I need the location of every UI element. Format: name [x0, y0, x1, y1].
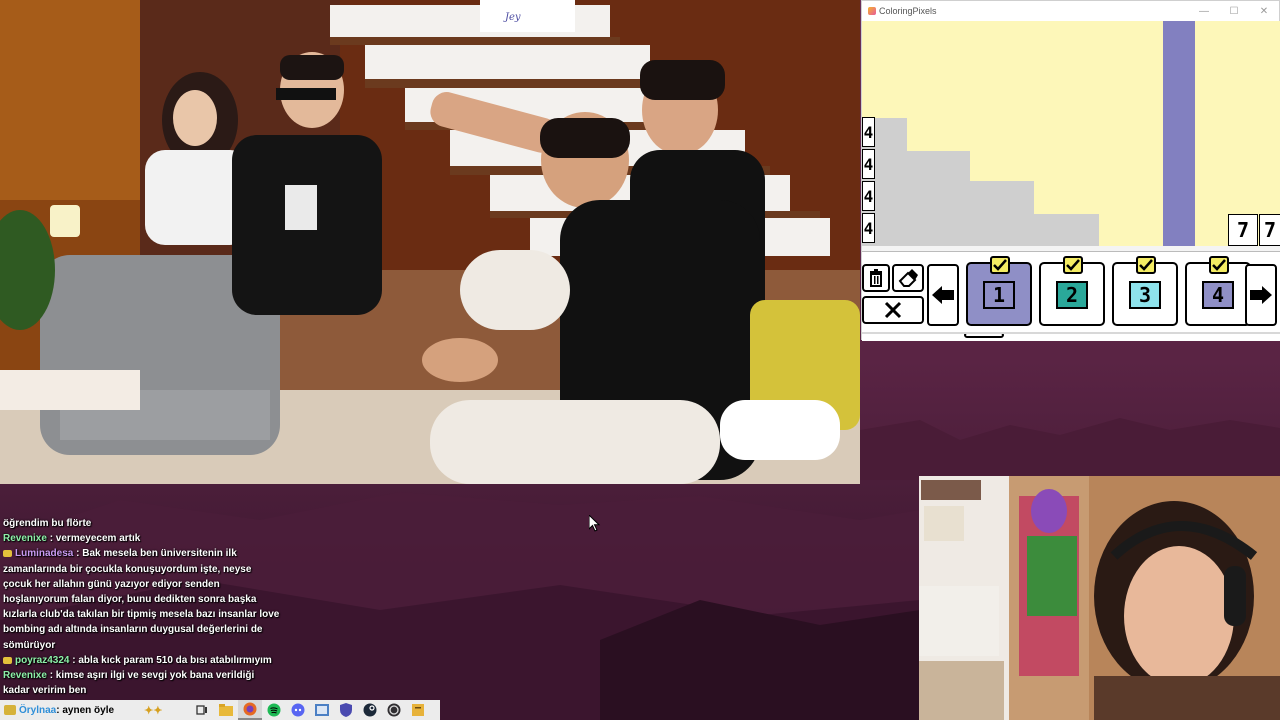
sparkle-icon: ✦✦	[144, 704, 163, 717]
checkmark-icon	[990, 256, 1010, 274]
pixel-canvas[interactable]: 4 4 4 4 7 7	[862, 21, 1280, 251]
arrow-left-icon	[932, 286, 954, 304]
sticky-app-icon[interactable]	[406, 700, 430, 720]
pixel-number[interactable]: 4	[862, 149, 875, 179]
discord-icon[interactable]	[286, 700, 310, 720]
webcam-feed	[919, 476, 1280, 720]
firefox-icon[interactable]	[238, 700, 262, 720]
canvas-artwork	[862, 21, 1280, 251]
eraser-button[interactable]	[892, 264, 924, 292]
video-player[interactable]: Jey	[0, 0, 860, 484]
chat-username[interactable]: poyraz4324	[15, 655, 69, 666]
chat-text: öğrendim bu flörte	[3, 518, 92, 529]
sub-badge-icon	[3, 656, 12, 664]
swatch-number: 2	[1056, 281, 1088, 309]
palette-toolbar: 1 2 3 4	[862, 251, 1280, 341]
checkmark-icon	[1136, 256, 1156, 274]
swatch-number: 3	[1129, 281, 1161, 309]
stream-chat: öğrendim bu flörte Revenixe : vermeyecem …	[0, 516, 280, 698]
pixel-number[interactable]: 7	[1228, 214, 1258, 246]
chat-message: : aynen öyle	[56, 704, 115, 716]
taskbar: Örylnaa : aynen öyle ✦✦	[0, 700, 440, 720]
cancel-button[interactable]	[862, 296, 924, 324]
trash-button[interactable]	[862, 264, 890, 292]
chat-username[interactable]: Luminadesa	[15, 548, 73, 559]
pixel-number[interactable]: 7	[1259, 214, 1280, 246]
taskbar-chat-ticker: Örylnaa : aynen öyle ✦✦	[0, 700, 190, 720]
minimize-button[interactable]: —	[1189, 6, 1219, 17]
chat-message-row: öğrendim bu flörte	[0, 516, 280, 531]
app-icon	[868, 7, 876, 15]
window-title: ColoringPixels	[879, 6, 937, 16]
chat-text: : Bak mesela ben üniversitenin ilk zaman…	[3, 548, 280, 651]
previous-palette-button[interactable]	[927, 264, 959, 326]
sub-badge-icon	[3, 550, 12, 558]
divider	[862, 332, 1280, 334]
pixel-number[interactable]: 4	[862, 213, 875, 243]
chat-message-row: Luminadesa : Bak mesela ben üniversiteni…	[0, 546, 280, 652]
trash-icon	[870, 269, 882, 287]
chat-message-row: Revenixe : vermeyecem artık	[0, 531, 280, 546]
next-palette-button[interactable]	[1245, 264, 1277, 326]
close-icon	[884, 301, 902, 319]
task-view-icon[interactable]	[190, 700, 214, 720]
chat-text: : vermeyecem artık	[49, 533, 141, 545]
color-swatch-2[interactable]: 2	[1039, 256, 1105, 326]
coloring-pixels-window[interactable]: ColoringPixels — ☐ ✕ 4 4 4 4 7 7 1 2 3 4	[861, 0, 1280, 341]
webcam-image	[919, 476, 1280, 720]
spotify-icon[interactable]	[262, 700, 286, 720]
chat-username: Örylnaa	[19, 704, 57, 716]
close-window-button[interactable]: ✕	[1249, 6, 1279, 17]
mouse-cursor-icon	[589, 515, 601, 532]
chat-message-row: Revenixe : kimse aşırı ilgi ve sevgi yok…	[0, 668, 280, 698]
file-explorer-icon[interactable]	[214, 700, 238, 720]
pixel-number[interactable]: 4	[862, 117, 875, 147]
color-swatch-3[interactable]: 3	[1112, 256, 1178, 326]
folder-icon[interactable]	[310, 700, 334, 720]
badge-icon	[4, 705, 16, 715]
checkmark-icon	[1209, 256, 1229, 274]
swatch-number: 1	[983, 281, 1015, 309]
chat-text: : abla kıck param 510 da bısı atabılırmı…	[72, 654, 272, 666]
svg-text:Jey: Jey	[503, 12, 521, 23]
shield-icon[interactable]	[334, 700, 358, 720]
steam-icon[interactable]	[358, 700, 382, 720]
color-swatch-1[interactable]: 1	[966, 256, 1032, 326]
chat-username[interactable]: Revenixe	[3, 533, 47, 544]
chat-message-row: poyraz4324 : abla kıck param 510 da bısı…	[0, 653, 280, 668]
obs-icon[interactable]	[382, 700, 406, 720]
eraser-icon	[898, 269, 918, 287]
color-swatch-4[interactable]: 4	[1185, 256, 1251, 326]
tv-show-frame: Jey	[0, 0, 860, 484]
checkmark-icon	[1063, 256, 1083, 274]
arrow-right-icon	[1250, 286, 1272, 304]
pixel-number[interactable]: 4	[862, 181, 875, 211]
swatch-number: 4	[1202, 281, 1234, 309]
window-titlebar[interactable]: ColoringPixels — ☐ ✕	[862, 1, 1279, 21]
chat-username[interactable]: Revenixe	[3, 670, 47, 681]
maximize-button[interactable]: ☐	[1219, 6, 1249, 17]
